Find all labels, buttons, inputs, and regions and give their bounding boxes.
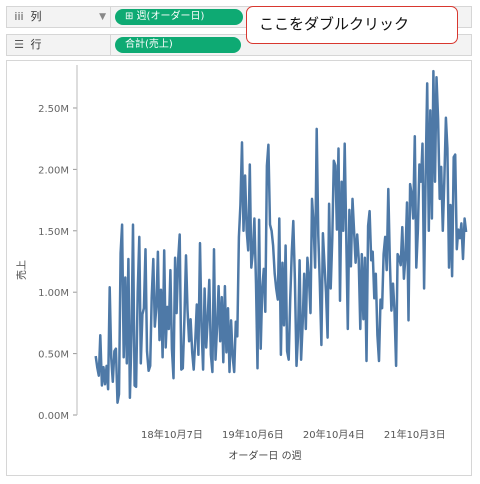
y-tick-label: 0.50M <box>38 350 69 361</box>
week-order-date-pill[interactable]: ⊞ 週(オーダー日) <box>115 9 243 25</box>
y-tick-label: 1.00M <box>38 288 69 299</box>
rows-shelf-label: ☰ 行 <box>7 35 111 55</box>
y-axis-label: 売上 <box>15 260 28 280</box>
columns-icon: iii <box>14 10 24 23</box>
chevron-down-icon[interactable]: ▼ <box>99 7 106 27</box>
y-axis: 0.00M 0.50M 1.00M 1.50M 2.00M 2.50M <box>38 65 78 422</box>
y-tick-label: 2.50M <box>38 104 69 115</box>
y-tick-label: 2.00M <box>38 165 69 176</box>
columns-label: 列 <box>30 10 42 23</box>
x-tick-label: 18年10月7日 <box>141 428 203 441</box>
rows-icon: ☰ <box>14 38 24 51</box>
x-tick-label: 20年10月4日 <box>303 428 365 441</box>
sales-series-line[interactable] <box>94 69 468 404</box>
chart-frame: 0.00M 0.50M 1.00M 1.50M 2.00M 2.50M 18年10月7日 1… <box>6 60 472 476</box>
sum-sales-pill[interactable]: 合計(売上) <box>115 37 241 53</box>
y-tick-label: 1.50M <box>38 227 69 238</box>
x-axis-label: オーダー日 の週 <box>228 449 301 462</box>
x-axis: 18年10月7日 19年10月6日 20年10月4日 21年10月3日 <box>141 428 446 441</box>
line-chart: 0.00M0.50M1.00M1.50M2.00M2.50M 18年10月7日 1… <box>15 65 468 462</box>
plot-area <box>94 69 468 404</box>
x-tick-label: 21年10月3日 <box>384 428 446 441</box>
x-tick-label: 19年10月6日 <box>222 428 284 441</box>
y-tick-label: 0.00M <box>38 411 69 422</box>
columns-shelf-label: iii 列 ▼ <box>7 7 111 27</box>
callout-annotation: ここをダブルクリック <box>246 6 458 44</box>
rows-label: 行 <box>30 38 42 51</box>
